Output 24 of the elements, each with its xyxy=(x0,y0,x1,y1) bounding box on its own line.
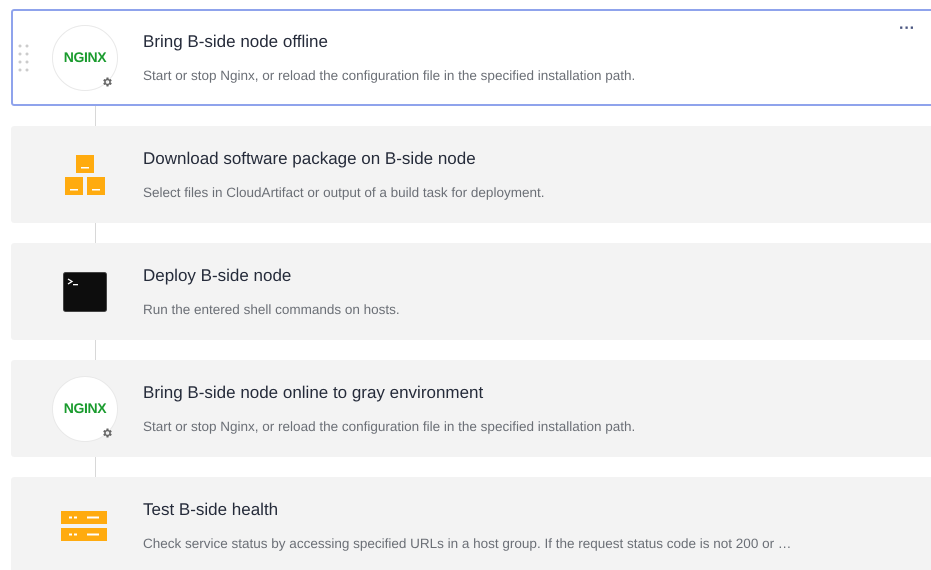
more-menu-button[interactable]: ··· xyxy=(899,21,915,37)
nginx-logo: NGINX xyxy=(52,24,118,90)
step-description: Select files in CloudArtifact or output of a build task for deployment. xyxy=(143,184,544,202)
step-card[interactable]: Deploy B-side node Run the entered shell commands on hosts. xyxy=(11,243,931,340)
step-title: Test B-side health xyxy=(143,498,280,521)
step-card[interactable]: NGINX Bring B-side node offline Start or stop Nginx, or reload the configuration file in the specified installation path. ··· xyxy=(11,9,931,106)
nginx-logo: NGINX xyxy=(52,376,118,442)
step-card[interactable]: Download software package on B-side node Select files in CloudArtifact or output of a build task for deployment. xyxy=(11,126,931,223)
step-description: Start or stop Nginx, or reload the configuration file in the specified installation path. xyxy=(143,67,636,86)
step-description: Check service status by accessing specified URLs in a host group. If the request status code is not 200 or … xyxy=(143,535,792,554)
server-icon xyxy=(61,510,109,542)
step-title: Download software package on B-side node xyxy=(143,148,477,170)
drag-handle-icon[interactable] xyxy=(17,42,29,72)
step-title: Deploy B-side node xyxy=(143,264,292,287)
gear-icon xyxy=(101,426,113,438)
step-title: Bring B-side node offline xyxy=(143,30,329,53)
package-boxes-icon xyxy=(64,154,106,196)
step-description: Start or stop Nginx, or reload the configuration file in the specified installation path. xyxy=(143,418,636,436)
terminal-icon xyxy=(63,272,107,312)
step-card[interactable]: Test B-side health Check service status by accessing specified URLs in a host group. If the request status code is not 200 or … xyxy=(11,477,931,570)
step-card[interactable]: NGINX Bring B-side node online to gray environment Start or stop Nginx, or reload the configuration file in the specified installation path. xyxy=(11,360,931,457)
step-title: Bring B-side node online to gray environment xyxy=(143,382,484,404)
step-description: Run the entered shell commands on hosts. xyxy=(143,301,400,320)
gear-icon xyxy=(101,76,113,88)
